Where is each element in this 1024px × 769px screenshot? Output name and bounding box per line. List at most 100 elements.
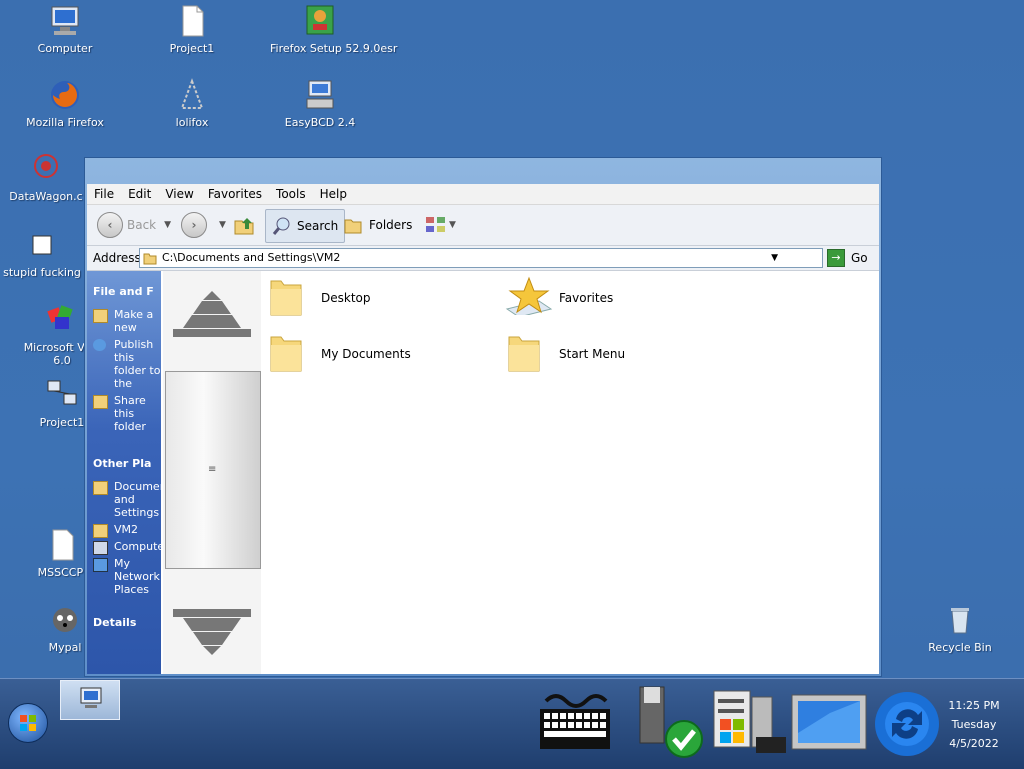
forward-dropdown-icon[interactable]: ▼ bbox=[219, 220, 226, 230]
desktop-icon-label: Project1 bbox=[169, 42, 215, 55]
menu-help[interactable]: Help bbox=[320, 187, 347, 201]
publish-icon bbox=[93, 339, 106, 351]
desktop-icon-datawagon[interactable]: DataWagon.c bbox=[0, 152, 96, 203]
firefox-icon bbox=[48, 78, 82, 112]
easybcd-icon bbox=[303, 78, 337, 112]
search-button[interactable]: Search bbox=[265, 209, 346, 243]
folder-icon bbox=[93, 481, 108, 495]
lolifox-icon bbox=[175, 78, 209, 112]
views-button[interactable]: ▼ bbox=[425, 209, 456, 241]
computer-icon bbox=[48, 4, 82, 38]
recycle-bin-icon bbox=[943, 603, 977, 637]
search-label: Search bbox=[297, 219, 339, 233]
installer-icon bbox=[303, 4, 337, 38]
place-network[interactable]: My Network Places bbox=[87, 557, 161, 596]
folders-label: Folders bbox=[369, 218, 413, 232]
vertical-scrollbar[interactable]: ≡ bbox=[163, 271, 261, 674]
task-pane: File and F Make a new Publish this folde… bbox=[87, 271, 161, 674]
action-center-icon[interactable] bbox=[712, 687, 788, 759]
back-label: Back bbox=[127, 218, 157, 232]
place-computer[interactable]: Computer bbox=[87, 540, 161, 555]
document-icon bbox=[175, 4, 209, 38]
on-screen-keyboard-icon[interactable] bbox=[538, 689, 614, 755]
clock-date: 4/5/2022 bbox=[949, 737, 999, 750]
task-share-folder[interactable]: Share this folder bbox=[87, 394, 161, 433]
back-dropdown-icon[interactable]: ▼ bbox=[164, 220, 171, 230]
share-icon bbox=[93, 395, 108, 409]
go-label: Go bbox=[851, 251, 868, 265]
mypal-icon bbox=[48, 603, 82, 637]
datawagon-icon bbox=[29, 152, 63, 186]
project-icon bbox=[45, 378, 79, 412]
views-dropdown-icon: ▼ bbox=[449, 220, 456, 230]
usb-safely-remove-icon[interactable] bbox=[634, 685, 708, 759]
star-icon bbox=[505, 276, 553, 315]
desktop-icon-label: Recycle Bin bbox=[928, 641, 992, 654]
place-vm2[interactable]: VM2 bbox=[87, 523, 161, 538]
network-icon bbox=[93, 558, 108, 572]
desktop-icon-easybcd[interactable]: EasyBCD 2.4 bbox=[270, 78, 370, 129]
folder-icon bbox=[25, 228, 59, 262]
desktop-icon-computer[interactable]: Computer bbox=[15, 4, 115, 55]
back-arrow-icon: ‹ bbox=[97, 212, 123, 238]
desktop-icon-project1[interactable]: Project1 bbox=[142, 4, 242, 55]
desktop-icon-label: lolifox bbox=[175, 116, 209, 129]
volume-sync-icon[interactable] bbox=[872, 689, 942, 759]
details-heading: Details bbox=[93, 616, 137, 629]
menu-edit[interactable]: Edit bbox=[128, 187, 151, 201]
computer-icon bbox=[80, 687, 102, 708]
up-folder-icon bbox=[234, 218, 254, 235]
back-button[interactable]: ‹ Back ▼ bbox=[97, 209, 171, 241]
task-publish-folder[interactable]: Publish this folder to the bbox=[87, 338, 161, 390]
up-folder-button[interactable] bbox=[233, 209, 255, 241]
folder-icon bbox=[508, 336, 540, 372]
go-arrow-icon: → bbox=[827, 249, 845, 267]
explorer-window[interactable]: File Edit View Favorites Tools Help ‹ Ba… bbox=[84, 157, 882, 677]
address-bar: Address C:\Documents and Settings\VM2 ▼ … bbox=[87, 246, 879, 271]
scroll-up-arrow-icon[interactable] bbox=[163, 286, 261, 346]
desktop-icon-stupid[interactable]: stupid fucking bbox=[0, 228, 92, 279]
computer-icon bbox=[93, 541, 108, 555]
folders-button[interactable]: Folders bbox=[343, 209, 412, 241]
grip-icon: ≡ bbox=[208, 464, 217, 475]
document-icon bbox=[45, 528, 79, 562]
desktop-icon-label: DataWagon.c bbox=[9, 190, 83, 203]
address-value: C:\Documents and Settings\VM2 bbox=[162, 251, 341, 264]
menu-bar: File Edit View Favorites Tools Help bbox=[87, 184, 879, 205]
other-places-heading: Other Pla bbox=[93, 457, 152, 470]
task-make-new-folder[interactable]: Make a new bbox=[87, 308, 161, 334]
folders-icon bbox=[344, 219, 362, 234]
views-icon bbox=[426, 217, 445, 232]
desktop-icon-mozilla-firefox[interactable]: Mozilla Firefox bbox=[15, 78, 115, 129]
desktop-icon-firefox-setup[interactable]: Firefox Setup 52.9.0esr bbox=[270, 4, 398, 55]
taskbar-button-explorer[interactable] bbox=[60, 680, 120, 720]
scroll-down-arrow-icon[interactable] bbox=[163, 601, 261, 661]
place-documents-settings[interactable]: Documents and Settings bbox=[87, 480, 161, 519]
desktop-icon-label: Firefox Setup 52.9.0esr bbox=[270, 42, 398, 55]
folder-icon bbox=[270, 336, 302, 372]
folder-icon bbox=[93, 524, 108, 538]
address-dropdown-icon[interactable]: ▼ bbox=[771, 249, 778, 267]
menu-favorites[interactable]: Favorites bbox=[208, 187, 262, 201]
desktop-icon-lolifox[interactable]: lolifox bbox=[142, 78, 242, 129]
clock-day: Tuesday bbox=[951, 718, 997, 731]
new-folder-icon bbox=[93, 309, 108, 323]
start-button[interactable] bbox=[8, 703, 48, 743]
desktop-icon-label: stupid fucking bbox=[3, 266, 81, 279]
content-area: File and F Make a new Publish this folde… bbox=[87, 271, 879, 674]
menu-view[interactable]: View bbox=[165, 187, 193, 201]
menu-tools[interactable]: Tools bbox=[276, 187, 306, 201]
desktop-icon-label: EasyBCD 2.4 bbox=[284, 116, 356, 129]
forward-button[interactable]: › ▼ bbox=[181, 209, 226, 241]
network-monitor-icon[interactable] bbox=[790, 693, 868, 751]
scroll-thumb[interactable]: ≡ bbox=[165, 371, 261, 569]
go-button[interactable]: → Go bbox=[827, 249, 868, 267]
menu-file[interactable]: File bbox=[94, 187, 114, 201]
address-label: Address bbox=[93, 251, 141, 265]
folder-icon bbox=[270, 280, 302, 316]
desktop-icon-recycle-bin[interactable]: Recycle Bin bbox=[910, 603, 1010, 654]
clock-time[interactable]: 11:25 PM bbox=[944, 699, 1004, 712]
windows-logo-icon bbox=[20, 715, 36, 731]
address-input[interactable]: C:\Documents and Settings\VM2 ▼ bbox=[139, 248, 823, 268]
desktop-icon-label: Computer bbox=[37, 42, 93, 55]
